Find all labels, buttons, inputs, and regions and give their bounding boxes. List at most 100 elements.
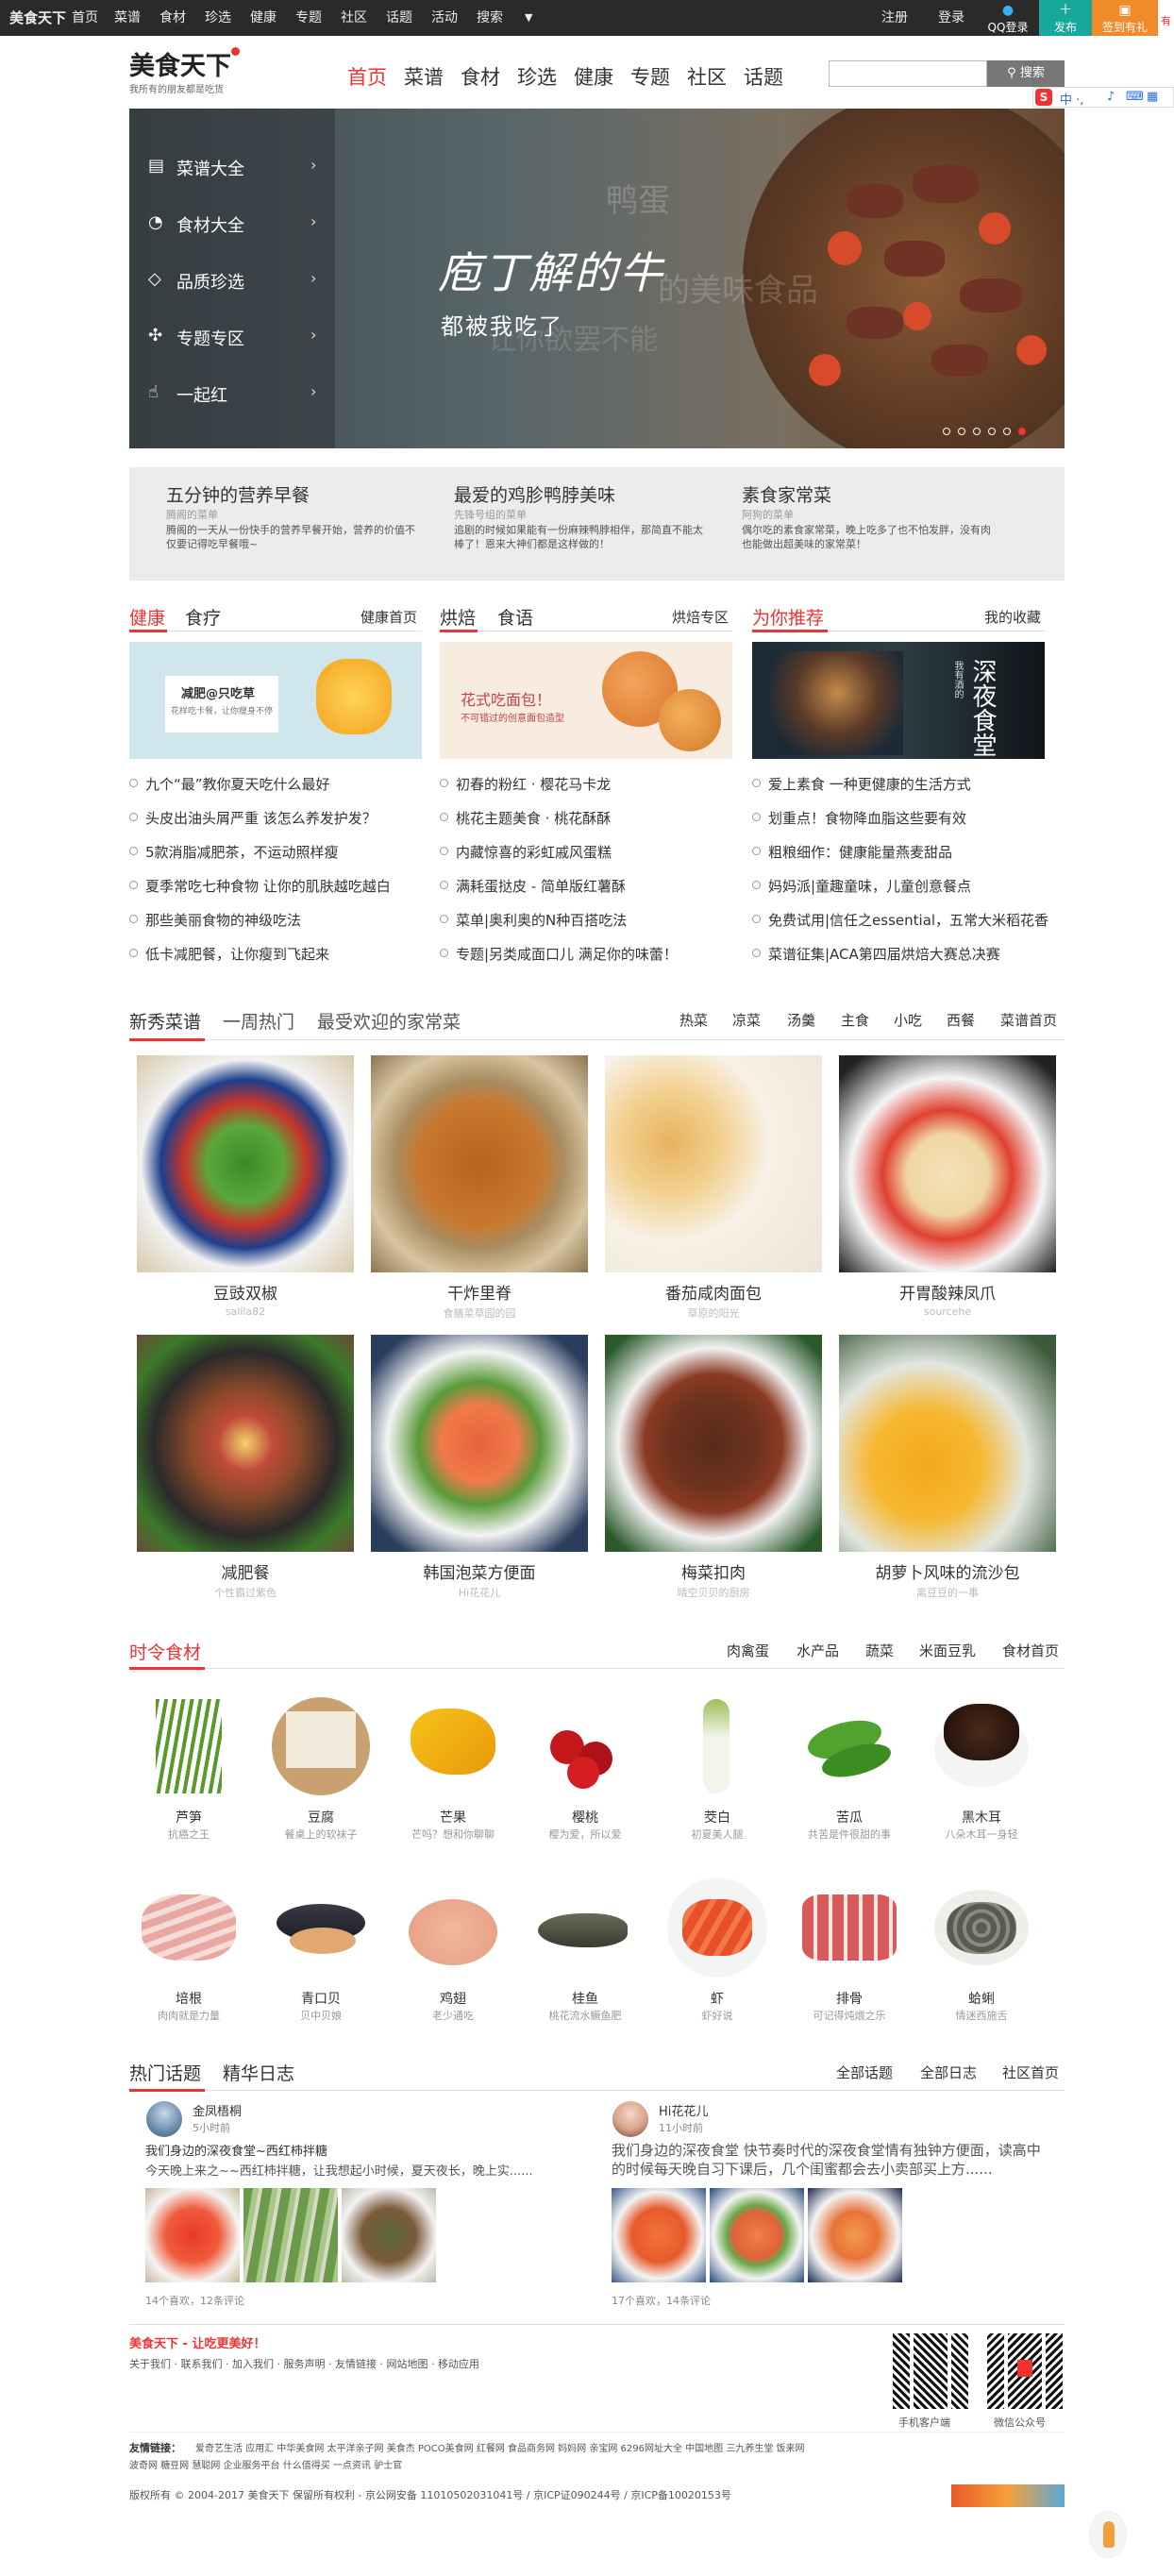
menu-item-select[interactable]: ◇ 品质珍选 ›: [129, 250, 335, 307]
carousel-dot-active[interactable]: [1018, 428, 1026, 435]
ingredient-image[interactable]: [269, 1694, 373, 1798]
all-topics-link[interactable]: 全部话题: [836, 2062, 893, 2082]
filter-western[interactable]: 西餐: [947, 1010, 975, 1030]
trust-badge-icon[interactable]: [951, 2484, 1065, 2507]
ingredient-name[interactable]: 鸡翅: [401, 1989, 505, 2008]
carousel-dot[interactable]: [943, 428, 950, 435]
nav-ingredients[interactable]: 食材: [461, 62, 500, 91]
ingredient-name[interactable]: 虾: [665, 1989, 769, 2008]
tab-featured-logs[interactable]: 精华日志: [223, 2060, 294, 2085]
post-thumbnail[interactable]: [710, 2188, 804, 2282]
filter-seafood[interactable]: 水产品: [797, 1641, 839, 1660]
recipe-author[interactable]: sourcehe: [839, 1305, 1056, 1318]
recipe-title[interactable]: 豆豉双椒: [137, 1280, 354, 1304]
search-button[interactable]: ⚲ 搜索: [987, 60, 1065, 87]
hero-carousel[interactable]: 鸭蛋 的美味食品 让你欲罢不能 庖丁解的牛 都被我吃了 ▤ 菜谱大全 › ◔ 食…: [129, 109, 1065, 448]
topbar-nav-recipes[interactable]: 菜谱: [114, 0, 141, 36]
filter-staple[interactable]: 主食: [841, 1010, 869, 1030]
filter-cold-dishes[interactable]: 凉菜: [732, 1010, 761, 1030]
list-item[interactable]: 免费试用|信任之essential，五常大米稻花香: [752, 910, 1048, 930]
tab-recommend[interactable]: 为你推荐: [752, 604, 824, 630]
recipe-image[interactable]: [137, 1335, 354, 1552]
recipe-image[interactable]: [839, 1335, 1056, 1552]
topbar-logo[interactable]: 美食天下: [9, 0, 66, 36]
health-banner[interactable]: 减肥@只吃草 花样吃卡餐，让你瘦身不停: [129, 642, 422, 759]
post-thumbnail[interactable]: [145, 2188, 240, 2282]
friend-links-row1[interactable]: 爱奇艺生活 应用汇 中华美食网 太平洋亲子网 美食杰 POCO美食网 红餐网 食…: [195, 2440, 805, 2454]
list-item[interactable]: 夏季常吃七种食物 让你的肌肤越吃越白: [129, 876, 391, 896]
recipe-author[interactable]: Hi花花儿: [371, 1585, 588, 1600]
avatar[interactable]: [612, 2101, 648, 2137]
topbar-nav-community[interactable]: 社区: [341, 0, 367, 36]
post-thumbnail[interactable]: [808, 2188, 902, 2282]
tab-diet-therapy[interactable]: 食疗: [185, 604, 221, 630]
all-logs-link[interactable]: 全部日志: [920, 2062, 977, 2082]
recipe-title[interactable]: 开胃酸辣凤爪: [839, 1280, 1056, 1304]
nav-community[interactable]: 社区: [687, 62, 727, 91]
list-item[interactable]: 菜单|奥利奥的N种百搭吃法: [440, 910, 627, 930]
recipe-title[interactable]: 韩国泡菜方便面: [371, 1559, 588, 1583]
list-item[interactable]: 划重点！食物降血脂这些要有效: [752, 808, 966, 828]
tab-health[interactable]: 健康: [129, 604, 165, 630]
menu-item-topics[interactable]: ✣ 专题专区 ›: [129, 307, 335, 363]
recipe-image[interactable]: [605, 1335, 822, 1552]
ingredient-name[interactable]: 蛤蜊: [930, 1989, 1033, 2008]
recipe-title[interactable]: 减肥餐: [137, 1559, 354, 1583]
friend-links-row2[interactable]: 波奇网 糖豆网 慧聪网 企业服务平台 什么值得买 一点资讯 驴士官: [129, 2457, 402, 2471]
community-home-link[interactable]: 社区首页: [1002, 2062, 1059, 2082]
menu-item-ingredients[interactable]: ◔ 食材大全 ›: [129, 194, 335, 250]
ingredient-name[interactable]: 芒果: [401, 1808, 505, 1827]
recipe-title[interactable]: 胡萝卜风味的流沙包: [839, 1559, 1056, 1583]
filter-soups[interactable]: 汤羹: [787, 1010, 815, 1030]
topbar-nav-topics[interactable]: 专题: [295, 0, 322, 36]
filter-grains[interactable]: 米面豆乳: [919, 1641, 976, 1660]
ingredient-image[interactable]: [797, 1876, 901, 1979]
recipe-author[interactable]: 个性霸过紫色: [137, 1585, 354, 1600]
post-thumbnail[interactable]: [243, 2188, 338, 2282]
nav-home[interactable]: 首页: [347, 62, 387, 91]
ingredient-image[interactable]: [930, 1876, 1033, 1979]
post-user[interactable]: 金凤梧桐: [193, 2101, 242, 2119]
ingredient-name[interactable]: 樱桃: [533, 1808, 637, 1827]
recipe-image[interactable]: [839, 1055, 1056, 1272]
nav-recipes[interactable]: 菜谱: [404, 62, 444, 91]
brand-logo[interactable]: 美食天下: [129, 45, 231, 82]
tab-new-recipes[interactable]: 新秀菜谱: [129, 1008, 201, 1034]
ime-toolbar[interactable]: S 中 ·, ♪ ⌨ ▦: [1032, 87, 1174, 108]
chevron-down-icon[interactable]: ▼: [525, 0, 532, 36]
carousel-dot[interactable]: [973, 428, 981, 435]
recipe-author[interactable]: 晴空贝贝的厨房: [605, 1585, 822, 1600]
topbar-nav-ingredients[interactable]: 食材: [159, 0, 186, 36]
recipe-author[interactable]: 离豆豆的一事: [839, 1585, 1056, 1600]
recipe-title[interactable]: 番茄咸肉面包: [605, 1280, 822, 1304]
tab-bake[interactable]: 烘焙: [440, 604, 476, 630]
ingredient-name[interactable]: 豆腐: [269, 1808, 373, 1827]
list-item[interactable]: 那些美丽食物的神级吃法: [129, 910, 301, 930]
recipe-author[interactable]: salila82: [137, 1305, 354, 1318]
search-input[interactable]: [829, 60, 987, 87]
ingredient-name[interactable]: 桂鱼: [533, 1989, 637, 2008]
footer-links[interactable]: 关于我们 · 联系我们 · 加入我们 · 服务声明 · 友情链接 · 网站地图 …: [129, 2356, 479, 2371]
topbar-nav-home[interactable]: 首页: [72, 0, 98, 36]
tab-hot-topics[interactable]: 热门话题: [129, 2060, 201, 2085]
avatar[interactable]: [146, 2101, 182, 2137]
ingredient-image[interactable]: [533, 1876, 637, 1979]
recipe-image[interactable]: [371, 1335, 588, 1552]
nav-topics[interactable]: 专题: [630, 62, 670, 91]
tab-popular-home[interactable]: 最受欢迎的家常菜: [317, 1008, 461, 1034]
post-excerpt[interactable]: 我们身边的深夜食堂 快节奏时代的深夜食堂情有独钟方便面，读高中的时候每天晚自习下…: [612, 2141, 1046, 2179]
recipe-author[interactable]: 食膳菜草园的园: [371, 1305, 588, 1321]
list-item[interactable]: 内藏惊喜的彩虹戚风蛋糕: [440, 842, 612, 862]
carousel-dot[interactable]: [988, 428, 996, 435]
recommend-banner[interactable]: 深夜食堂 我有酒的: [752, 642, 1045, 759]
nav-health[interactable]: 健康: [574, 62, 613, 91]
filter-vegetables[interactable]: 蔬菜: [865, 1641, 894, 1660]
carousel-dot[interactable]: [958, 428, 965, 435]
list-item[interactable]: 头皮出油头屑严重 该怎么养发护发？: [129, 808, 377, 828]
tab-weekly-hot[interactable]: 一周热门: [223, 1008, 294, 1034]
filter-snacks[interactable]: 小吃: [894, 1010, 922, 1030]
login-link[interactable]: 登录: [938, 0, 964, 36]
topbar-nav-search[interactable]: 搜索: [477, 0, 503, 36]
ingredient-name[interactable]: 茭白: [665, 1808, 769, 1827]
post-thumbnail[interactable]: [342, 2188, 436, 2282]
